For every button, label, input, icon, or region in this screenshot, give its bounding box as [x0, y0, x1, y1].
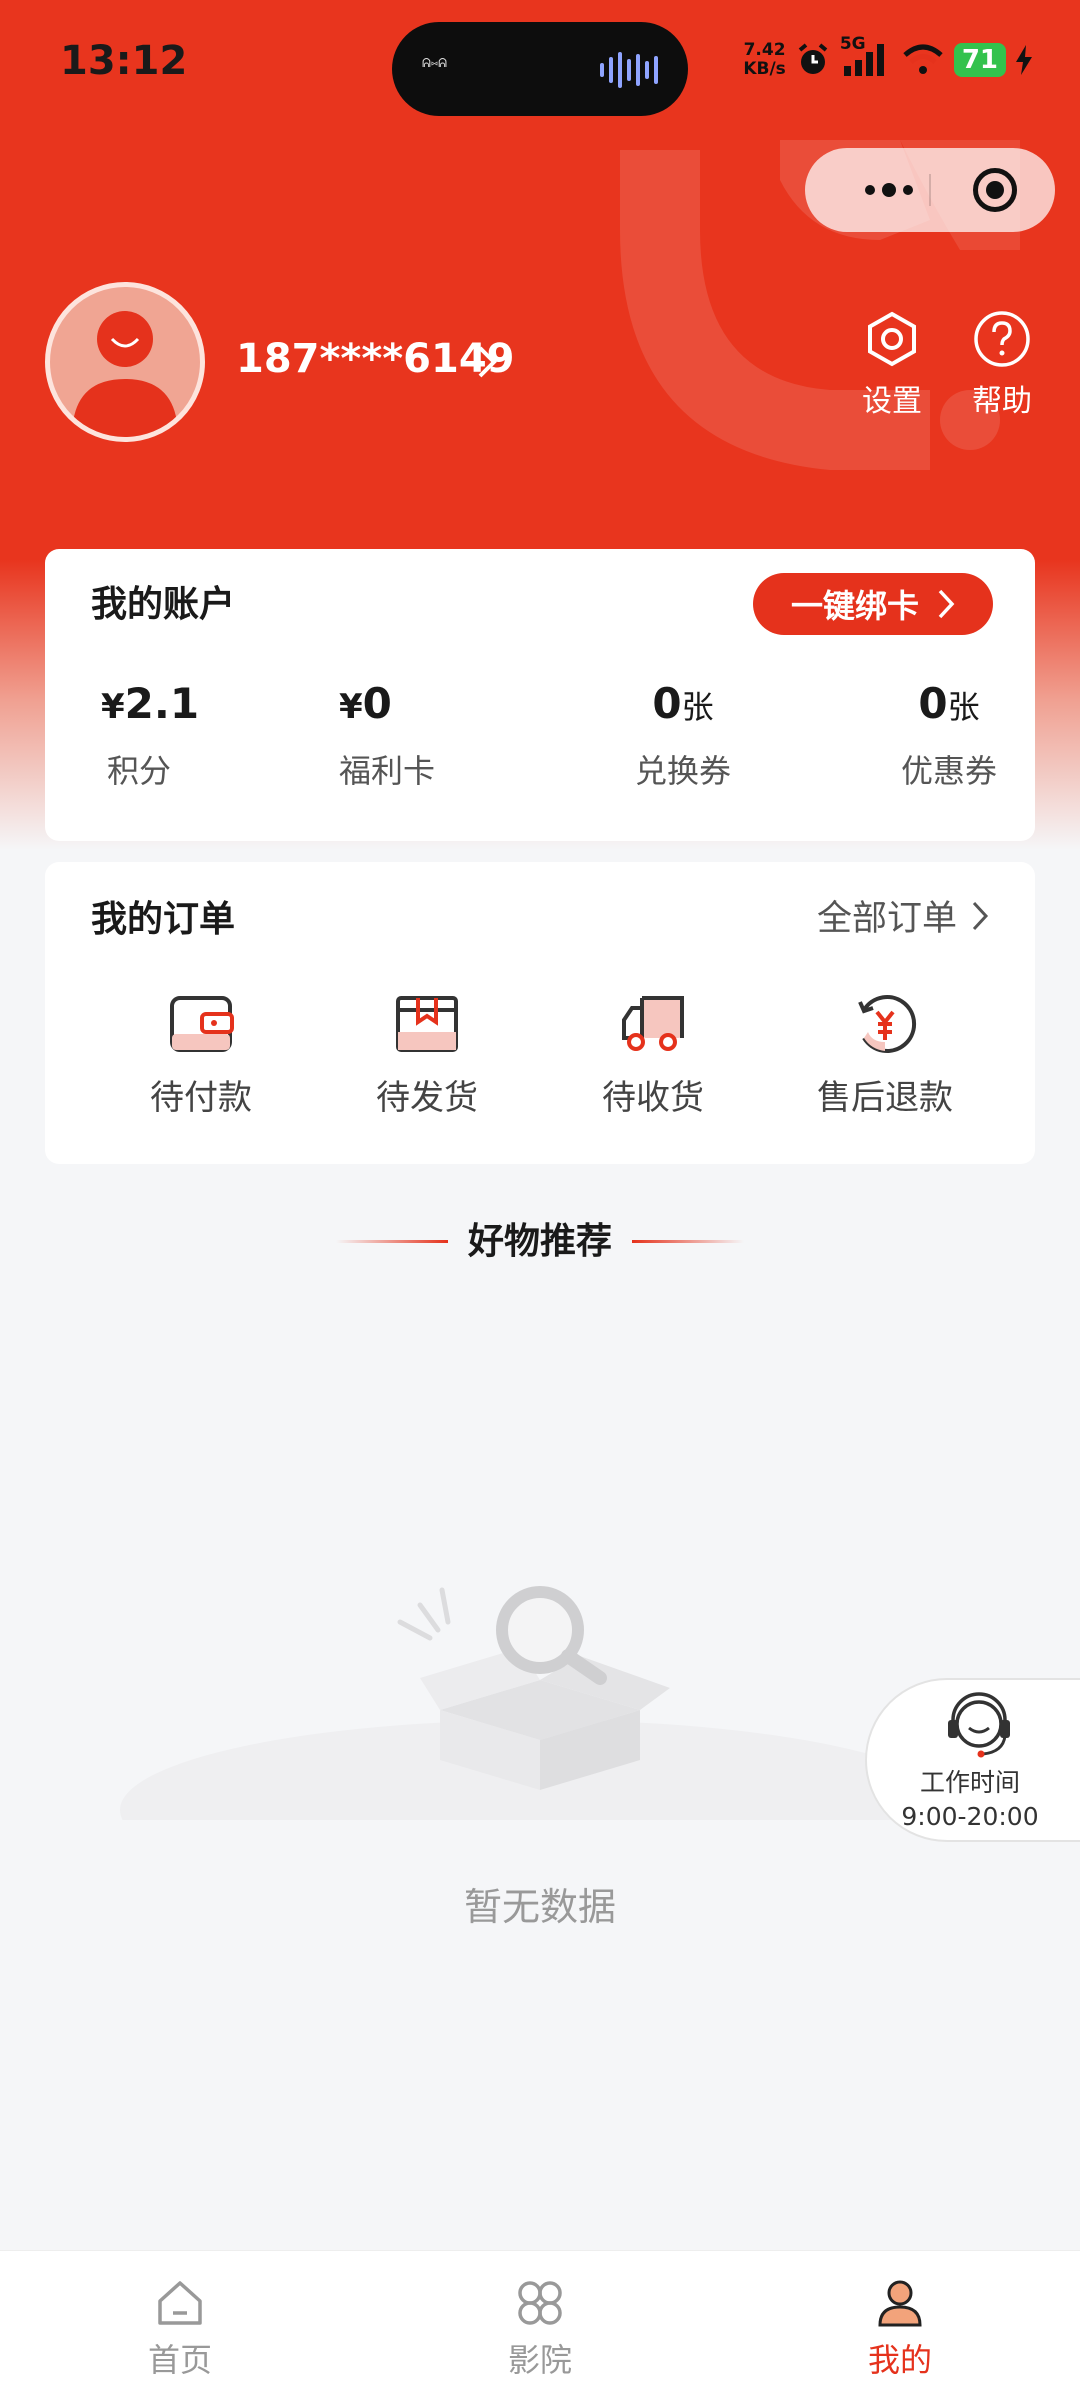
tab-home-label: 首页 [147, 2341, 212, 2379]
avatar[interactable] [45, 282, 205, 442]
default-avatar-icon [72, 311, 178, 437]
miniprogram-capsule [805, 148, 1055, 232]
pending-payment-label: 待付款 [150, 1078, 252, 1118]
customer-service-button[interactable]: 工作时间 9:00-20:00 [865, 1678, 1080, 1842]
exchange-coupon-stat[interactable]: 0张 兑换券 [608, 679, 758, 792]
welfare-card-stat[interactable]: ¥0 福利卡 [339, 679, 539, 792]
title-line-right [632, 1240, 744, 1243]
points-stat[interactable]: ¥2.1 积分 [101, 679, 301, 792]
help-icon [974, 311, 1030, 367]
all-orders-label: 全部订单 [816, 899, 957, 939]
account-title: 我的账户 [91, 584, 236, 625]
orders-card: 我的订单 全部订单 待付款 待发货 待收货 售后退款 [45, 862, 1035, 1164]
service-hours-time: 9:00-20:00 [901, 1802, 1039, 1831]
bind-card-label: 一键绑卡 [790, 587, 919, 625]
wifi-icon [903, 44, 943, 74]
empty-state-text: 暂无数据 [463, 1885, 616, 1929]
audio-wave-icon [600, 50, 658, 90]
bind-card-button[interactable]: 一键绑卡 [753, 573, 993, 635]
close-target-icon[interactable] [973, 168, 1017, 212]
cinema-icon [518, 2281, 562, 2325]
wallet-icon [170, 996, 234, 1052]
pending-shipment-button[interactable]: 待发货 [342, 992, 512, 1119]
more-menu-button[interactable] [839, 148, 939, 232]
bottom-tab-bar: 首页 影院 我的 [0, 2250, 1080, 2401]
orders-title: 我的订单 [91, 899, 236, 940]
tab-mine-label: 我的 [867, 2341, 932, 2379]
service-hours-title: 工作时间 [919, 1768, 1020, 1797]
user-phone[interactable]: 187****6149 [236, 336, 515, 382]
signal-icon: 5G [840, 34, 892, 80]
tab-cinema[interactable]: 影院 [440, 2277, 640, 2381]
package-icon [396, 996, 458, 1052]
dynamic-island: ᕱ⑅ᕱ [392, 22, 688, 116]
tab-home[interactable]: 首页 [80, 2277, 280, 2381]
tab-cinema-label: 影院 [507, 2341, 572, 2379]
profile-icon [878, 2280, 922, 2327]
pending-receipt-label: 待收货 [602, 1078, 704, 1118]
recommend-title: 好物推荐 [467, 1221, 612, 1262]
after-sales-refund-label: 售后退款 [817, 1078, 953, 1118]
pending-shipment-label: 待发货 [376, 1078, 478, 1118]
island-text: ᕱ⑅ᕱ [422, 56, 448, 70]
after-sales-refund-button[interactable]: 售后退款 [790, 992, 980, 1119]
chevron-right-icon [938, 589, 955, 619]
settings-icon [868, 311, 916, 367]
headset-agent-icon [948, 1692, 1010, 1758]
points-label: 积分 [107, 752, 172, 790]
capsule-divider [929, 174, 931, 206]
refund-icon [858, 995, 917, 1053]
charging-icon [1016, 45, 1032, 75]
alarm-icon [798, 43, 828, 74]
status-icons: 7.42 KB/s 5G 71 [743, 34, 1032, 80]
home-icon [158, 2281, 202, 2325]
truck-icon [622, 996, 684, 1051]
pending-payment-button[interactable]: 待付款 [116, 992, 286, 1119]
help-label: 帮助 [972, 384, 1032, 419]
all-orders-link[interactable]: 全部订单 [817, 890, 989, 941]
discount-coupon-stat[interactable]: 0张 优惠券 [874, 679, 1024, 792]
net-speed: 7.42 KB/s [743, 40, 786, 79]
settings-button[interactable]: 设置 [852, 310, 932, 420]
help-button[interactable]: 帮助 [962, 310, 1042, 420]
exchange-coupon-label: 兑换券 [634, 752, 731, 790]
discount-coupon-label: 优惠券 [900, 752, 997, 790]
settings-label: 设置 [862, 384, 922, 419]
battery-level: 71 [953, 43, 1006, 77]
tab-mine[interactable]: 我的 [800, 2277, 1000, 2381]
account-card: 我的账户 一键绑卡 ¥2.1 积分 ¥0 福利卡 0张 兑换券 0张 优惠券 [45, 549, 1035, 841]
welfare-card-label: 福利卡 [339, 752, 436, 790]
chevron-right-icon [972, 901, 989, 930]
pending-receipt-button[interactable]: 待收货 [568, 992, 738, 1119]
chevron-right-icon[interactable] [475, 344, 499, 380]
status-time: 13:12 [60, 38, 188, 84]
